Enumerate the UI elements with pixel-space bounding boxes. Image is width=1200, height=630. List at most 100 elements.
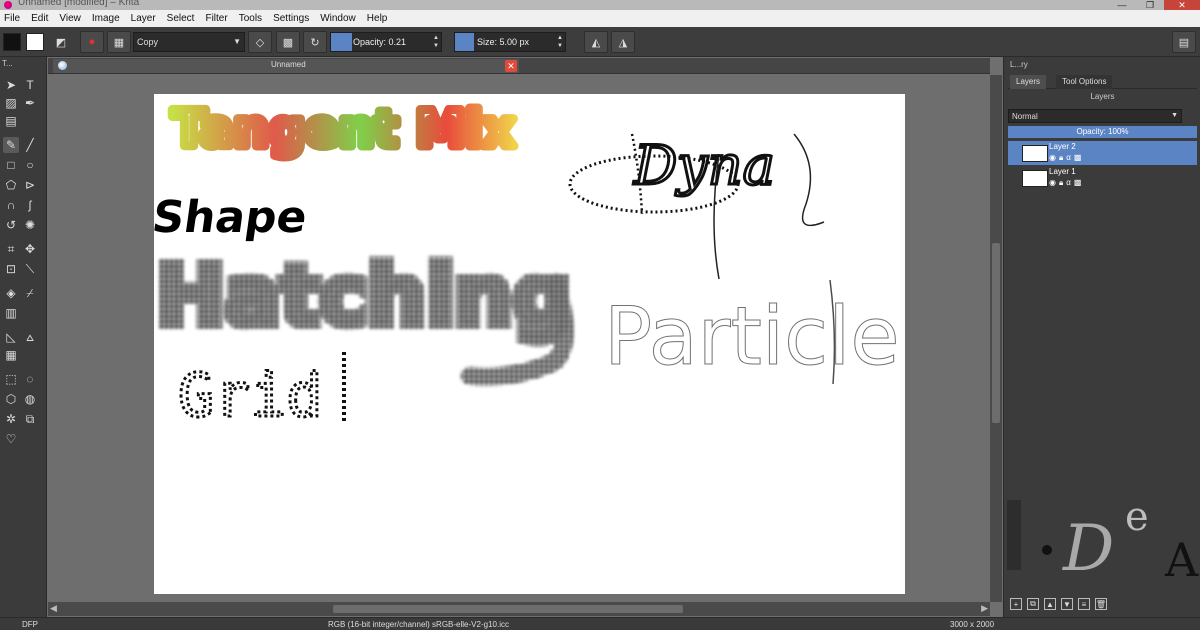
- eraser-mode-icon[interactable]: ◇: [248, 31, 272, 53]
- gradient-edit-icon[interactable]: ▤: [3, 113, 19, 129]
- move-up-icon[interactable]: ▲: [1044, 598, 1056, 610]
- foreground-color-swatch[interactable]: [3, 33, 21, 51]
- dynamic-brush-icon[interactable]: ↺: [3, 217, 19, 233]
- delete-layer-icon[interactable]: 🗑︎: [1095, 598, 1107, 610]
- polygon-select-icon[interactable]: ⬡: [3, 391, 19, 407]
- close-document-icon[interactable]: ✕: [505, 60, 517, 72]
- vertical-scrollbar[interactable]: [990, 75, 1002, 602]
- tangent-mix-stroke: Tangent Mix: [172, 100, 515, 158]
- scroll-right-icon[interactable]: ▶: [981, 603, 988, 614]
- color-picker-icon[interactable]: ⌿: [22, 285, 38, 301]
- line-tool-icon[interactable]: ╱: [22, 137, 38, 153]
- inherit-alpha-icon[interactable]: ▩: [1074, 178, 1082, 188]
- tab-layers[interactable]: Layers: [1010, 75, 1047, 89]
- freehand-brush-icon[interactable]: ✎: [3, 137, 19, 153]
- svg-text:Particle: Particle: [604, 290, 900, 383]
- rectangle-tool-icon[interactable]: □: [3, 157, 19, 173]
- opacity-slider[interactable]: Opacity: 0.21 ▲ ▼: [330, 32, 442, 52]
- freehand-path-icon[interactable]: ʃ: [22, 197, 38, 213]
- text-tool-icon[interactable]: T: [22, 77, 38, 93]
- canvas-paper[interactable]: Tangent Mix Shape Hatching Grid Dyna Par…: [149, 94, 905, 594]
- pattern-icon[interactable]: ▦: [107, 31, 131, 53]
- multibrush-icon[interactable]: ✺: [22, 217, 38, 233]
- ellipse-tool-icon[interactable]: ○: [22, 157, 38, 173]
- layer-flags: ◉ 🔒︎ α ▩: [1049, 178, 1081, 188]
- visibility-icon[interactable]: ◉: [1049, 153, 1056, 163]
- layer-blend-mode-select[interactable]: Normal ▼: [1008, 109, 1182, 123]
- menu-image[interactable]: Image: [92, 13, 120, 24]
- horizontal-scrollbar[interactable]: ◀ ▶: [48, 602, 990, 616]
- fill-tool-icon[interactable]: ◈: [3, 285, 19, 301]
- menu-filter[interactable]: Filter: [205, 13, 227, 24]
- mirror-horizontal-icon[interactable]: ◭: [584, 31, 608, 53]
- brush-preset-icon[interactable]: ●: [80, 31, 104, 53]
- transform-tool-icon[interactable]: ⊡: [3, 261, 19, 277]
- layer-thumbnail: [1022, 170, 1048, 187]
- move-down-icon[interactable]: ▼: [1061, 598, 1073, 610]
- gradient-tool-icon[interactable]: ▥: [3, 305, 19, 321]
- background-color-swatch[interactable]: [26, 33, 44, 51]
- visibility-icon[interactable]: ◉: [1049, 178, 1056, 188]
- bezier-tool-icon[interactable]: ∩: [3, 197, 19, 213]
- vertical-scroll-thumb[interactable]: [992, 243, 1000, 423]
- canvas-viewport[interactable]: Tangent Mix Shape Hatching Grid Dyna Par…: [48, 75, 990, 602]
- rect-select-icon[interactable]: ⬚: [3, 371, 19, 387]
- scroll-left-icon[interactable]: ◀: [50, 603, 57, 614]
- ellipse-select-icon[interactable]: ◌: [22, 371, 38, 387]
- menu-tools[interactable]: Tools: [239, 13, 262, 24]
- alpha-lock-icon[interactable]: α: [1066, 178, 1071, 188]
- size-slider[interactable]: Size: 5.00 px ▲ ▼: [454, 32, 566, 52]
- properties-icon[interactable]: ≡: [1078, 598, 1090, 610]
- perspective-grid-icon[interactable]: ⩟: [22, 329, 38, 345]
- menu-edit[interactable]: Edit: [31, 13, 48, 24]
- polyline-tool-icon[interactable]: ⊳: [22, 177, 38, 193]
- add-layer-icon[interactable]: +: [1010, 598, 1022, 610]
- alpha-lock-icon[interactable]: α: [1066, 153, 1071, 163]
- contiguous-select-icon[interactable]: ✲: [3, 411, 19, 427]
- menu-select[interactable]: Select: [167, 13, 195, 24]
- menu-window[interactable]: Window: [320, 13, 356, 24]
- outline-select-icon[interactable]: ◍: [22, 391, 38, 407]
- lock-icon[interactable]: 🔒︎: [1059, 178, 1063, 188]
- layer-buttons: + ⧉ ▲ ▼ ≡ 🗑︎: [1008, 598, 1197, 614]
- minimize-icon[interactable]: —: [1108, 0, 1136, 10]
- calligraphy-icon[interactable]: ✒: [22, 95, 38, 111]
- layer-flags: ◉ 🔒︎ α ▩: [1049, 153, 1081, 163]
- move-tool-icon[interactable]: ✥: [22, 241, 38, 257]
- grid-tool-icon[interactable]: ▦: [3, 347, 19, 363]
- layer-opacity-slider[interactable]: Opacity: 100%: [1008, 126, 1197, 138]
- document-icon: [58, 61, 67, 70]
- inherit-alpha-icon[interactable]: ▩: [1074, 153, 1082, 163]
- reload-preset-icon[interactable]: ↻: [303, 31, 327, 53]
- lock-icon[interactable]: 🔒︎: [1059, 153, 1063, 163]
- menu-layer[interactable]: Layer: [131, 13, 156, 24]
- menu-file[interactable]: File: [4, 13, 20, 24]
- docker-menu-icon[interactable]: ▤: [1172, 31, 1196, 53]
- measure-tool-icon[interactable]: ⟍: [22, 261, 38, 277]
- maximize-icon[interactable]: ❐: [1136, 0, 1164, 10]
- preserve-alpha-icon[interactable]: ▩: [276, 31, 300, 53]
- crop-tool-icon[interactable]: ⌗: [3, 241, 19, 257]
- mirror-vertical-icon[interactable]: ◮: [611, 31, 635, 53]
- menu-settings[interactable]: Settings: [273, 13, 309, 24]
- hatching-stroke: Hatching: [151, 244, 576, 386]
- menu-view[interactable]: View: [59, 13, 81, 24]
- close-window-icon[interactable]: ✕: [1164, 0, 1200, 10]
- swap-colors-icon[interactable]: ◩: [50, 31, 72, 53]
- similar-select-icon[interactable]: ⧉: [22, 411, 38, 427]
- watermark-logo: D e A: [1007, 494, 1199, 587]
- bezier-select-icon[interactable]: ♡: [3, 431, 19, 447]
- layer-row-2[interactable]: Layer 2 ◉ 🔒︎ α ▩: [1008, 141, 1197, 165]
- status-bar: DFP RGB (16-bit integer/channel) sRGB-el…: [0, 617, 1200, 630]
- assistant-tool-icon[interactable]: ◺: [3, 329, 19, 345]
- document-tab[interactable]: Unnamed ✕: [53, 59, 519, 73]
- layer-row-1[interactable]: Layer 1 ◉ 🔒︎ α ▩: [1008, 166, 1197, 190]
- horizontal-scroll-thumb[interactable]: [333, 605, 683, 613]
- tab-tool-options[interactable]: Tool Options: [1056, 75, 1113, 89]
- duplicate-layer-icon[interactable]: ⧉: [1027, 598, 1039, 610]
- select-shapes-icon[interactable]: ➤: [3, 77, 19, 93]
- blend-mode-select[interactable]: Copy ▼: [133, 32, 245, 52]
- menu-help[interactable]: Help: [367, 13, 388, 24]
- edit-shapes-icon[interactable]: ▨: [3, 95, 19, 111]
- polygon-tool-icon[interactable]: ⬠: [3, 177, 19, 193]
